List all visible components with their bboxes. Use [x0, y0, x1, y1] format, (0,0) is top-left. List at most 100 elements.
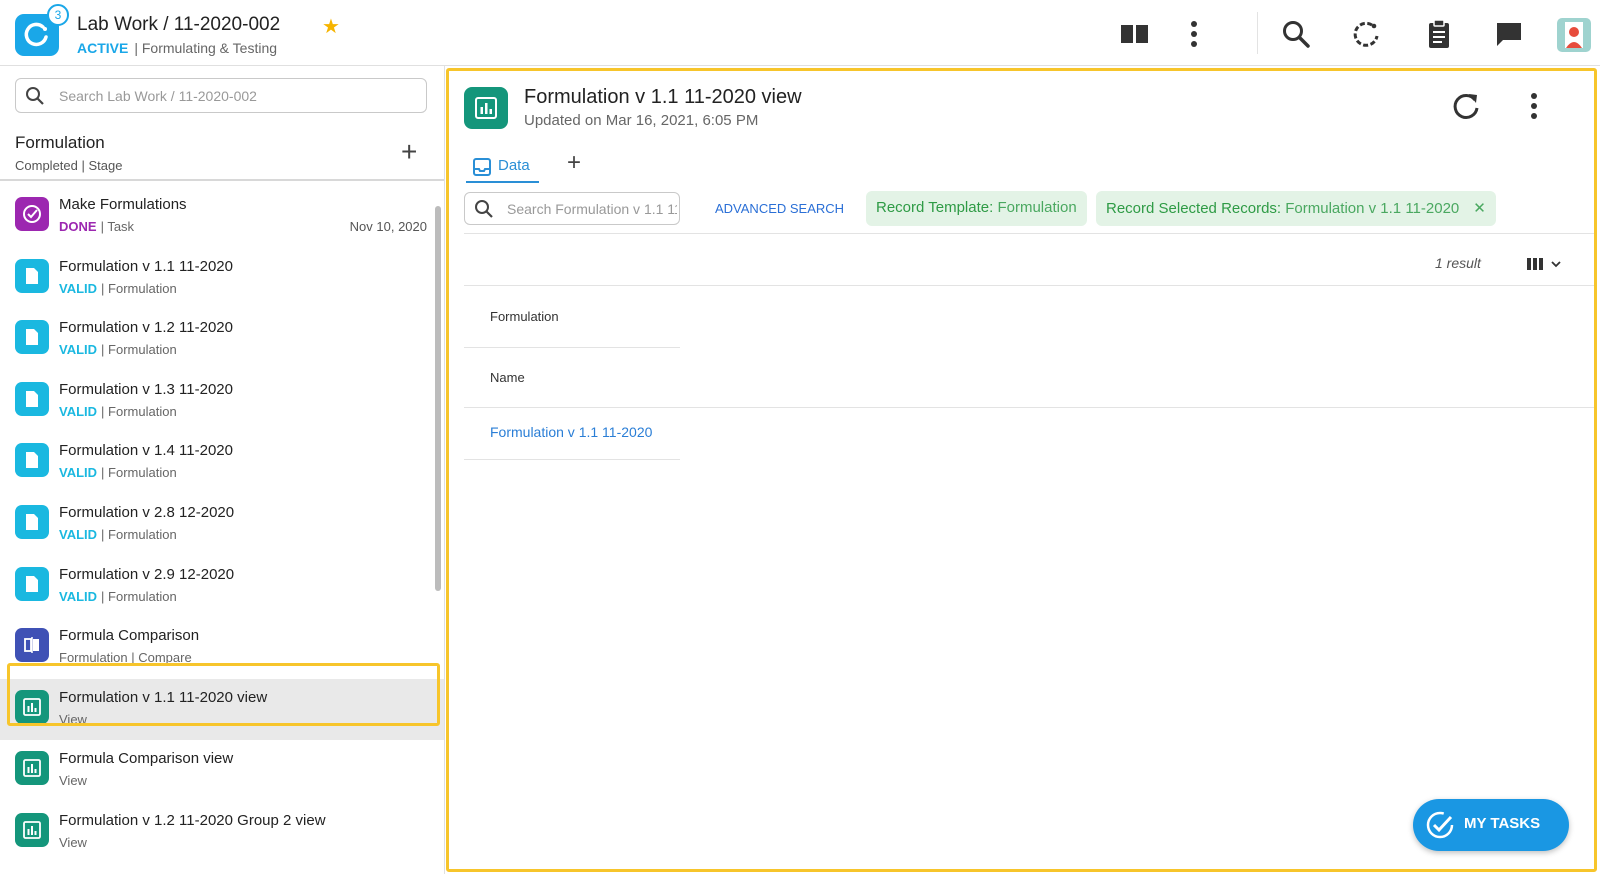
status-badge: VALID	[59, 280, 98, 296]
page-title: Lab Work / 11-2020-002	[77, 14, 281, 35]
sidebar-item-subtitle: VALID | Formulation	[59, 465, 177, 480]
sidebar-item[interactable]: Formula Comparison view View	[0, 740, 444, 802]
sidebar-item-subtitle: VALID | Formulation	[59, 589, 177, 604]
chart-view-icon	[15, 751, 49, 786]
status-badge: ACTIVE	[77, 40, 129, 56]
view-more-icon[interactable]	[1522, 89, 1546, 123]
sidebar-search-input[interactable]: Search Lab Work / 11-2020-002	[15, 78, 427, 113]
document-icon	[15, 381, 49, 416]
filter-chip-selected-records[interactable]: Record Selected Records: Formulation v 1…	[1096, 191, 1496, 226]
sidebar-item-title: Formulation v 1.2 11-2020	[59, 319, 233, 337]
chip-key: Record Template:	[876, 199, 994, 216]
more-vert-icon[interactable]	[1178, 18, 1210, 50]
sync-icon[interactable]	[1350, 18, 1382, 50]
sidebar-item-title: Formula Comparison	[59, 627, 200, 645]
clipboard-icon[interactable]	[1423, 18, 1455, 50]
divider	[464, 459, 680, 460]
sidebar-item-title: Formulation v 2.9 12-2020	[59, 565, 235, 583]
chart-view-icon	[15, 689, 49, 724]
document-icon	[15, 443, 49, 478]
document-icon	[15, 258, 49, 293]
sidebar-item-type: | Formulation	[101, 465, 177, 481]
sidebar-item-type: View	[59, 773, 87, 789]
sidebar-item-type: | Formulation	[101, 588, 177, 604]
avatar[interactable]	[1557, 18, 1591, 52]
divider	[464, 233, 1594, 234]
page-subtitle: ACTIVE | Formulating & Testing	[77, 40, 277, 56]
document-icon	[15, 566, 49, 601]
chip-key: Record Selected Records:	[1106, 200, 1282, 217]
sidebar-item[interactable]: Make Formulations DONE | Task Nov 10, 2020	[0, 186, 444, 248]
sidebar-item-subtitle: VALID | Formulation	[59, 342, 177, 357]
sidebar-item-title: Formulation v 1.4 11-2020	[59, 442, 233, 460]
sidebar-item[interactable]: Formula Comparison Formulation | Compare	[0, 617, 444, 679]
sidebar-item-date: Nov 10, 2020	[349, 219, 427, 234]
search-icon[interactable]	[1280, 18, 1312, 50]
search-icon	[475, 200, 493, 218]
add-tab-button[interactable]: +	[567, 151, 581, 175]
sidebar-item-subtitle: VALID | Formulation	[59, 527, 177, 542]
sidebar-item[interactable]: Formulation v 1.4 11-2020 VALID | Formulat…	[0, 432, 444, 494]
chip-value: Formulation	[993, 199, 1077, 216]
sidebar-item-subtitle: VALID | Formulation	[59, 404, 177, 419]
table-row-link[interactable]: Formulation v 1.1 11-2020	[490, 424, 652, 440]
filter-chip-template[interactable]: Record Template: Formulation	[866, 191, 1087, 226]
sidebar-item-type: | Formulation	[101, 526, 177, 542]
stage-subtitle: Completed | Stage	[15, 158, 123, 173]
tab-data[interactable]: Data	[466, 153, 539, 183]
status-badge: VALID	[59, 342, 98, 358]
status-badge: VALID	[59, 526, 98, 542]
task-check-icon	[1426, 811, 1454, 839]
add-stage-item-button[interactable]: +	[401, 138, 417, 166]
sidebar-scrollbar[interactable]	[435, 206, 441, 591]
column-chooser-icon[interactable]	[1525, 255, 1569, 273]
toolbar-divider	[1257, 12, 1258, 54]
sidebar-item-title: Make Formulations	[59, 196, 187, 213]
close-icon[interactable]: ✕	[1473, 200, 1486, 217]
sidebar-item[interactable]: Formulation v 1.2 11-2020 VALID | Formulat…	[0, 309, 444, 371]
sidebar-item[interactable]: Formulation v 1.1 11-2020 view View	[0, 678, 444, 741]
table-column-header[interactable]: Name	[490, 370, 525, 385]
favorite-star-icon[interactable]: ★	[322, 14, 340, 39]
data-search-placeholder: Search Formulation v 1.1 11-2020 view	[507, 201, 677, 217]
advanced-search-link[interactable]: ADVANCED SEARCH	[715, 201, 844, 216]
chat-icon[interactable]	[1493, 18, 1525, 50]
my-tasks-button[interactable]: MY TASKS	[1413, 799, 1569, 851]
stage-header[interactable]: Formulation Completed | Stage +	[0, 126, 444, 181]
refresh-icon[interactable]	[1449, 89, 1483, 123]
view-title: Formulation v 1.1 11-2020 view	[524, 86, 802, 108]
divider	[464, 407, 1594, 408]
sidebar-item-subtitle: View	[59, 835, 87, 850]
sidebar-item[interactable]: Formulation v 1.2 11-2020 Group 2 view Vi…	[0, 802, 444, 864]
table-group-header: Formulation	[490, 309, 559, 324]
status-badge: VALID	[59, 588, 98, 604]
notification-badge[interactable]: 3	[47, 4, 69, 26]
sidebar-search-placeholder: Search Lab Work / 11-2020-002	[59, 88, 257, 104]
sidebar-item[interactable]: Formulation v 2.9 12-2020 VALID | Formulat…	[0, 556, 444, 618]
search-icon	[26, 87, 44, 105]
sidebar-item-subtitle: View	[59, 773, 87, 788]
chip-value: Formulation v 1.1 11-2020	[1281, 200, 1460, 217]
result-count: 1 result	[1435, 255, 1481, 271]
inbox-icon	[473, 158, 491, 176]
sidebar-item-title: Formulation v 1.1 11-2020 view	[59, 688, 268, 706]
sidebar-item[interactable]: Formulation v 1.3 11-2020 VALID | Formulat…	[0, 371, 444, 433]
sidebar-item-type: | Formulation	[101, 280, 177, 296]
sidebar-item-type: | Formulation	[101, 403, 177, 419]
data-search-input[interactable]: Search Formulation v 1.1 11-2020 view	[464, 192, 680, 225]
divider	[464, 285, 1594, 286]
sidebar-item-title: Formulation v 1.3 11-2020	[59, 380, 233, 398]
sidebar: Search Lab Work / 11-2020-002 Formulatio…	[0, 66, 445, 874]
compare-icon	[15, 628, 49, 663]
document-icon	[15, 320, 49, 355]
sidebar-item-title: Formula Comparison view	[59, 750, 234, 768]
status-badge: DONE	[59, 219, 97, 234]
sidebar-item[interactable]: Formulation v 2.8 12-2020 VALID | Formulat…	[0, 494, 444, 556]
columns-icon[interactable]	[1119, 18, 1151, 50]
sidebar-item-subtitle: DONE | Task	[59, 219, 134, 234]
sidebar-item-title: Formulation v 1.1 11-2020	[59, 257, 233, 275]
chart-view-icon	[15, 812, 49, 847]
page-subtitle-text: | Formulating & Testing	[134, 40, 278, 56]
sidebar-item[interactable]: Formulation v 1.1 11-2020 VALID | Formulat…	[0, 248, 444, 310]
status-badge: VALID	[59, 403, 98, 419]
